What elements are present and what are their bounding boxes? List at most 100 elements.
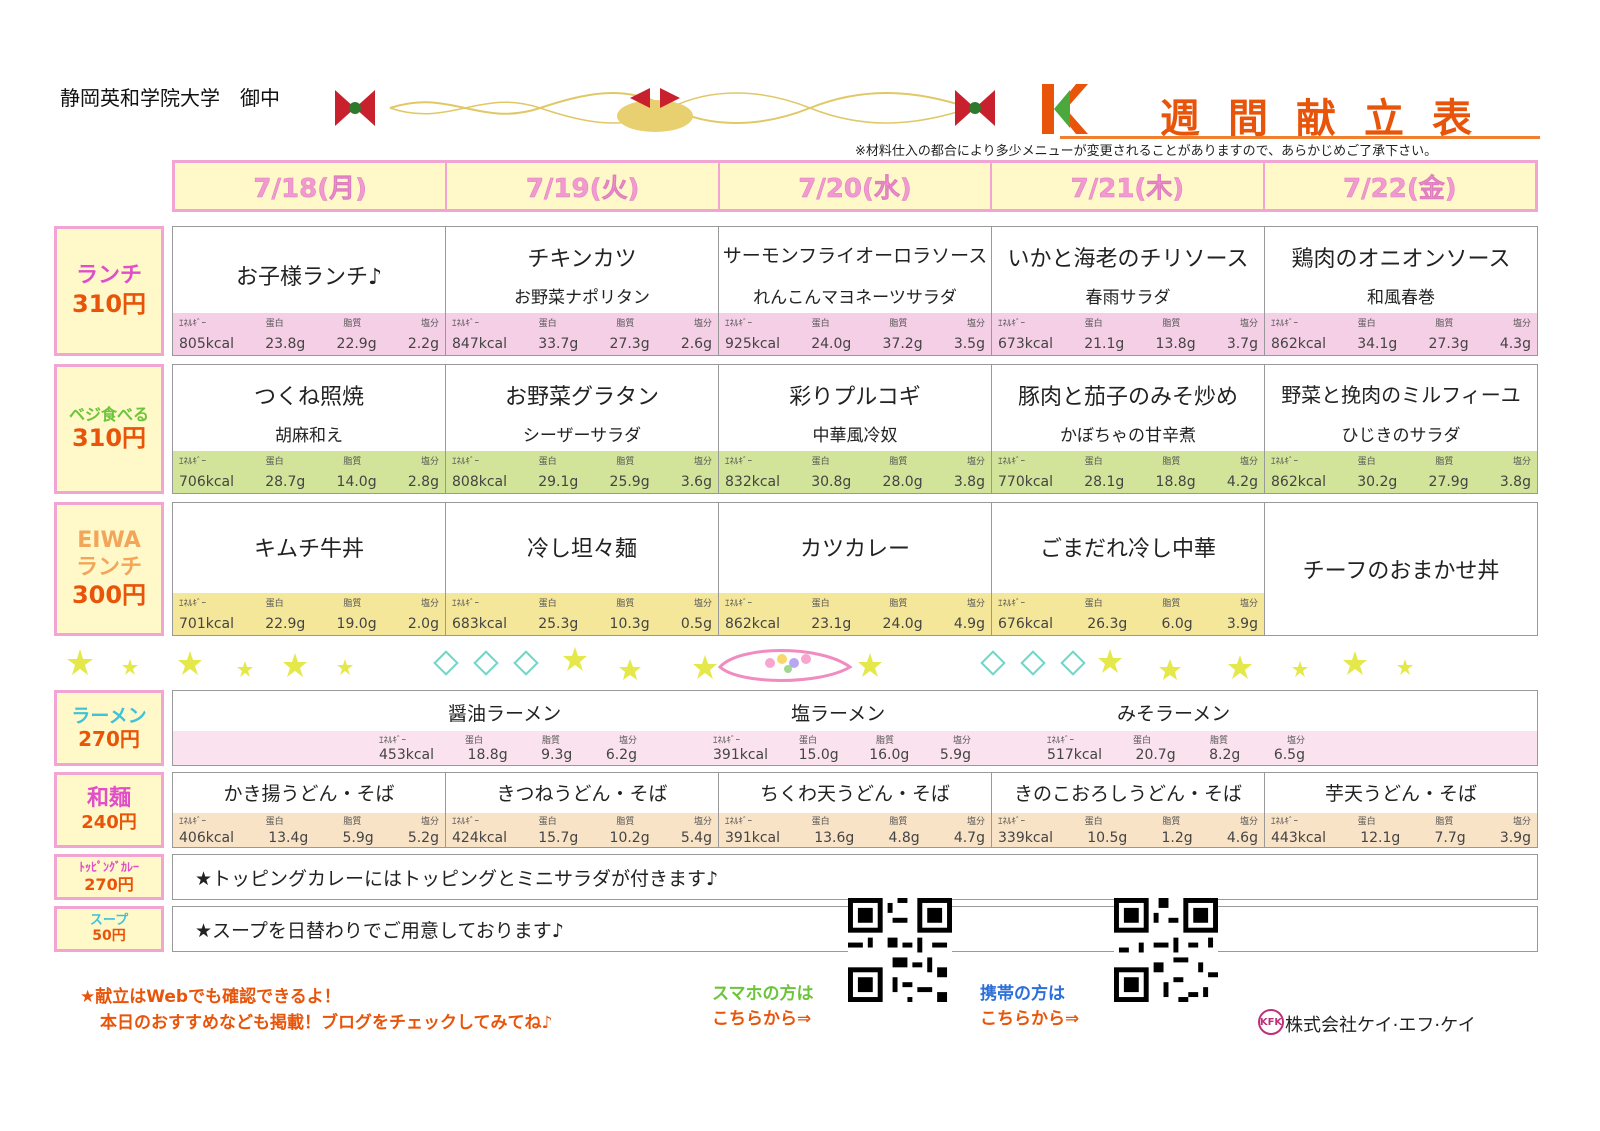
category-ramen-price: 270円 (78, 727, 140, 752)
label-energy: ｴﾈﾙｷﾞｰ (452, 817, 480, 827)
label-fat: 脂質 (616, 319, 635, 329)
protein-value: 10.5g (1087, 830, 1128, 846)
label-salt: 塩分 (966, 599, 985, 609)
salt-value: 4.2g (1226, 474, 1258, 490)
salt-value: 0.5g (680, 616, 712, 632)
label-fat: 脂質 (343, 599, 362, 609)
veggie-main: つくね照焼 (253, 385, 364, 410)
nutrition-band: ｴﾈﾙｷﾞｰ 蛋白 脂質 塩分 770kcal 28.1g 18.8g 4.2g (992, 451, 1264, 493)
fat-value: 18.8g (1155, 474, 1196, 490)
label-fat: 脂質 (1162, 817, 1181, 827)
label-protein: 蛋白 (538, 319, 557, 329)
wamen-main: 芋天うどん・そば (1324, 783, 1477, 805)
eiwa-cell-tue: 冷し坦々麺 ｴﾈﾙｷﾞｰ 蛋白 脂質 塩分 683kcal 25.3g 10.3g 0.5g (446, 503, 719, 635)
label-fat: 脂質 (889, 599, 908, 609)
star-icon (1228, 655, 1252, 679)
fat-value: 24.0g (882, 616, 923, 632)
nutrition-band: ｴﾈﾙｷﾞｰ 蛋白 脂質 塩分 832kcal 30.8g 28.0g 3.8g (719, 451, 991, 493)
day-mon: 7/18(月) (175, 163, 448, 209)
eiwa-main: キムチ牛丼 (253, 537, 364, 562)
protein-value: 34.1g (1357, 336, 1398, 352)
star-icon (337, 659, 353, 675)
veggie-side: 胡麻和え (275, 426, 343, 446)
diamond-icon (513, 650, 539, 676)
diamond-icon (980, 650, 1006, 676)
energy-value: 862kcal (1271, 336, 1326, 352)
fat-value: 25.9g (609, 474, 650, 490)
label-energy: ｴﾈﾙｷﾞｰ (725, 457, 753, 467)
protein-value: 12.1g (1360, 830, 1401, 846)
label-energy: ｴﾈﾙｷﾞｰ (179, 457, 207, 467)
protein-value: 20.7g (1135, 747, 1176, 763)
label-protein: 蛋白 (538, 457, 557, 467)
eiwa-main: ごまだれ冷し中華 (1039, 537, 1216, 562)
wamen-main: かき揚うどん・そば (223, 783, 395, 805)
label-fat: 脂質 (889, 457, 908, 467)
ramen-shio-nutrition: ｴﾈﾙｷﾞｰ 蛋白 脂質 塩分 391kcal 15.0g 16.0g 5.9g (707, 731, 977, 765)
energy-value: 847kcal (452, 336, 507, 352)
day-header: 7/18(月) 7/19(火) 7/20(水) 7/21(木) 7/22(金) (172, 160, 1538, 212)
nutrition-band: ｴﾈﾙｷﾞｰ 蛋白 脂質 塩分 424kcal 15.7g 10.2g 5.4g (446, 813, 718, 847)
lunch-side: 和風春巻 (1367, 288, 1435, 308)
disclaimer-note: ※材料仕入の都合により多少メニューが変更されることがありますので、あらかじめご了… (855, 144, 1438, 159)
energy-value: 683kcal (452, 616, 507, 632)
label-salt: 塩分 (1512, 457, 1531, 467)
kfk-logo-icon (1040, 82, 1090, 136)
star-icon (693, 655, 717, 679)
label-fat: 脂質 (616, 817, 635, 827)
star-icon (178, 651, 202, 675)
footer-blog-note: 本日のおすすめなども掲載！ブログをチェックしてみてね♪ (100, 1013, 553, 1033)
ramen-miso-nutrition: ｴﾈﾙｷﾞｰ 蛋白 脂質 塩分 517kcal 20.7g 8.2g 6.5g (1041, 731, 1311, 765)
fat-value: 14.0g (336, 474, 377, 490)
protein-value: 13.4g (268, 830, 309, 846)
wamen-cell-thu: きのこおろしうどん・そば ｴﾈﾙｷﾞｰ 蛋白 脂質 塩分 339kcal 10.5g 1.… (992, 773, 1265, 847)
fat-value: 16.0g (869, 747, 910, 763)
fat-value: 27.9g (1428, 474, 1469, 490)
category-veggie-name: ベジ食べる (68, 405, 149, 424)
label-energy: ｴﾈﾙｷﾞｰ (179, 319, 207, 329)
stars-decoration (67, 647, 1413, 682)
eiwa-cell-thu: ごまだれ冷し中華 ｴﾈﾙｷﾞｰ 蛋白 脂質 塩分 676kcal 26.3g 6.0g 3.… (992, 503, 1265, 635)
label-protein: 蛋白 (1357, 319, 1376, 329)
wamen-main: ちくわ天うどん・そば (759, 783, 950, 805)
protein-value: 18.8g (467, 747, 508, 763)
nutrition-band: ｴﾈﾙｷﾞｰ 蛋白 脂質 塩分 862kcal 23.1g 24.0g 4.9g (719, 593, 991, 635)
energy-value: 808kcal (452, 474, 507, 490)
lunch-main: チキンカツ (527, 247, 637, 272)
bow-right-icon (955, 90, 995, 126)
label-salt: 塩分 (693, 599, 712, 609)
category-veggie-price: 310円 (71, 424, 147, 453)
qr-code-mobile-icon[interactable] (1114, 898, 1218, 1002)
veggie-main: お野菜グラタン (504, 385, 659, 410)
label-fat: 脂質 (1435, 817, 1454, 827)
label-energy: ｴﾈﾙｷﾞｰ (998, 457, 1026, 467)
salt-value: 3.9g (1499, 830, 1531, 846)
label-salt: 塩分 (1239, 319, 1258, 329)
salt-value: 4.9g (953, 616, 985, 632)
eiwa-main: カツカレー (799, 537, 910, 562)
label-energy: ｴﾈﾙｷﾞｰ (998, 319, 1026, 329)
lunch-cell-thu: いかと海老のチリソース 春雨サラダ ｴﾈﾙｷﾞｰ 蛋白 脂質 塩分 673kcal 21… (992, 227, 1265, 355)
energy-value: 443kcal (1271, 830, 1326, 846)
fat-value: 22.9g (336, 336, 377, 352)
star-icon (1397, 659, 1413, 675)
qr-code-smartphone-icon[interactable] (848, 898, 952, 1002)
lunch-main: いかと海老のチリソース (1007, 247, 1249, 272)
label-fat: 脂質 (541, 736, 560, 746)
fat-value: 13.8g (1155, 336, 1196, 352)
wamen-cell-wed: ちくわ天うどん・そば ｴﾈﾙｷﾞｰ 蛋白 脂質 塩分 391kcal 13.6g 4.8g… (719, 773, 992, 847)
nutrition-band: ｴﾈﾙｷﾞｰ 蛋白 脂質 塩分 406kcal 13.4g 5.9g 5.2g (173, 813, 445, 847)
energy-value: 832kcal (725, 474, 780, 490)
energy-value: 391kcal (725, 830, 780, 846)
star-icon (122, 659, 138, 675)
mobile-label-line1: 携帯の方は (980, 984, 1065, 1004)
category-wamen-price: 240円 (81, 812, 137, 834)
category-soup-price: 50円 (92, 928, 126, 945)
nutrition-band: ｴﾈﾙｷﾞｰ 蛋白 脂質 塩分 391kcal 13.6g 4.8g 4.7g (719, 813, 991, 847)
nutrition-band: ｴﾈﾙｷﾞｰ 蛋白 脂質 塩分 706kcal 28.7g 14.0g 2.8g (173, 451, 445, 493)
protein-value: 28.7g (265, 474, 306, 490)
label-fat: 脂質 (1162, 599, 1181, 609)
footer-web-note: ★献立はWebでも確認できるよ！ (80, 987, 341, 1007)
energy-value: 453kcal (379, 747, 434, 763)
salt-value: 3.8g (953, 474, 985, 490)
